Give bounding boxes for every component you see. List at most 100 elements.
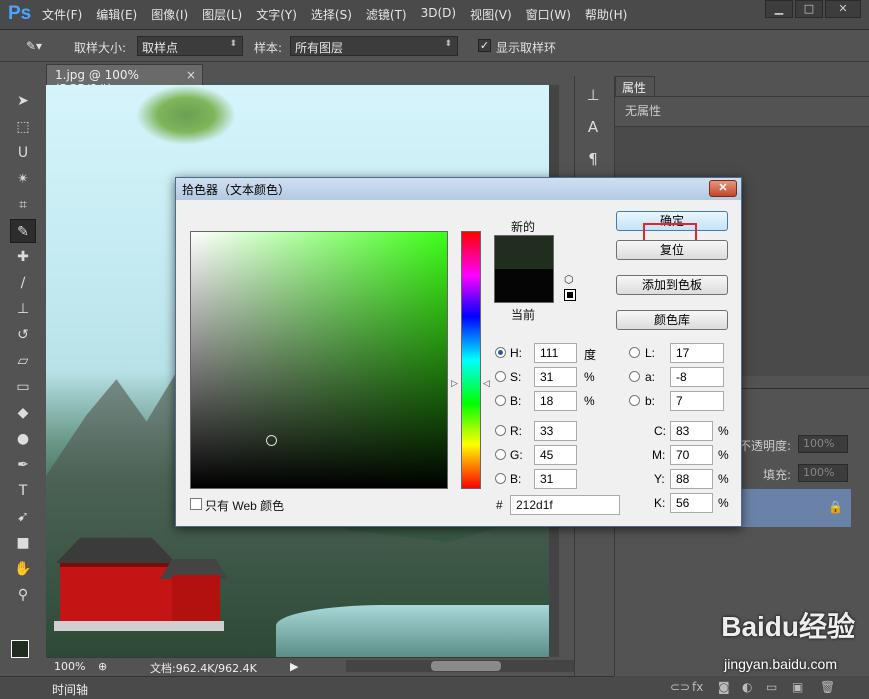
y-input[interactable]: 88	[670, 469, 713, 489]
l-input[interactable]: 17	[670, 343, 724, 363]
l-radio[interactable]	[629, 347, 640, 358]
hex-input[interactable]: 212d1f	[510, 495, 620, 515]
group-icon[interactable]: ▭	[766, 680, 777, 694]
eyedropper-tool-icon[interactable]: ✎	[10, 219, 36, 243]
color-field[interactable]	[190, 231, 448, 489]
opacity-input[interactable]: 100%	[798, 435, 848, 453]
h-radio[interactable]	[495, 347, 506, 358]
hue-slider-right-arrow-icon[interactable]: ◁	[483, 378, 490, 389]
m-input[interactable]: 70	[670, 445, 713, 465]
eyedropper-icon[interactable]: ✎▾	[26, 39, 42, 53]
tab-properties[interactable]: 属性	[615, 76, 655, 96]
horizontal-scrollbar[interactable]	[346, 660, 592, 672]
hue-slider[interactable]	[461, 231, 481, 489]
menu-3d[interactable]: 3D(D)	[421, 6, 456, 23]
menu-window[interactable]: 窗口(W)	[526, 6, 571, 23]
share-icon[interactable]: ⊕	[98, 660, 107, 673]
a-radio[interactable]	[629, 371, 640, 382]
reset-button[interactable]: 复位	[616, 240, 728, 260]
move-tool-icon[interactable]: ➤	[10, 89, 36, 113]
web-safe-swatch-icon[interactable]	[564, 289, 576, 301]
k-input[interactable]: 56	[670, 493, 713, 513]
menu-select[interactable]: 选择(S)	[311, 6, 352, 23]
a-input[interactable]: -8	[670, 367, 724, 387]
menu-layer[interactable]: 图层(L)	[202, 6, 242, 23]
type-tool-icon[interactable]: T	[10, 479, 36, 503]
new-layer-icon[interactable]: ▣	[792, 680, 803, 694]
blue-radio[interactable]	[495, 473, 506, 484]
menu-help[interactable]: 帮助(H)	[585, 6, 627, 23]
menu-view[interactable]: 视图(V)	[470, 6, 512, 23]
stamp-tool-icon[interactable]: ⊥	[10, 297, 36, 321]
g-input[interactable]: 45	[534, 445, 577, 465]
color-libraries-button[interactable]: 颜色库	[616, 310, 728, 330]
menu-image[interactable]: 图像(I)	[151, 6, 188, 23]
menu-type[interactable]: 文字(Y)	[256, 6, 297, 23]
fx-icon[interactable]: fx	[692, 680, 703, 694]
zoom-level[interactable]: 100%	[54, 660, 85, 673]
healing-brush-icon[interactable]: ✚	[10, 245, 36, 269]
close-icon[interactable]: ✕	[825, 0, 861, 18]
pen-tool-icon[interactable]: ✒	[10, 453, 36, 477]
fill-label: 填充:	[763, 468, 792, 482]
foreground-color-swatch[interactable]	[11, 640, 29, 658]
web-colors-checkbox[interactable]	[190, 498, 202, 510]
path-select-icon[interactable]: ➹	[10, 505, 36, 529]
menu-file[interactable]: 文件(F)	[42, 6, 82, 23]
r-radio[interactable]	[495, 425, 506, 436]
menu-filter[interactable]: 滤镜(T)	[366, 6, 407, 23]
show-ring-checkbox[interactable]: ✓	[478, 39, 491, 52]
marquee-tool-icon[interactable]: ⬚	[10, 115, 36, 139]
zoom-tool-icon[interactable]: ⚲	[10, 583, 36, 607]
stamp-panel-icon[interactable]: ⊥	[579, 82, 607, 108]
out-of-gamut-cube-icon[interactable]: ⬡	[564, 273, 574, 286]
blue-input[interactable]: 31	[534, 469, 577, 489]
timeline-tab[interactable]: 时间轴	[52, 681, 88, 698]
status-menu-arrow-icon[interactable]: ▶	[290, 660, 298, 673]
trash-icon[interactable]: 🗑	[820, 680, 835, 694]
current-color-swatch[interactable]	[494, 269, 554, 303]
shape-tool-icon[interactable]: ■	[10, 531, 36, 555]
fill-input[interactable]: 100%	[798, 464, 848, 482]
h-input[interactable]: 111	[534, 343, 577, 363]
lab-b-radio[interactable]	[629, 395, 640, 406]
document-tab[interactable]: 1.jpg @ 100%(RGB/8#) ×	[46, 64, 203, 96]
gradient-tool-icon[interactable]: ▭	[10, 375, 36, 399]
lab-b-input[interactable]: 7	[670, 391, 724, 411]
s-unit: %	[584, 370, 595, 384]
c-input[interactable]: 83	[670, 421, 713, 441]
b-input[interactable]: 18	[534, 391, 577, 411]
menu-edit[interactable]: 编辑(E)	[96, 6, 137, 23]
crop-tool-icon[interactable]: ⌗	[10, 193, 36, 217]
add-to-swatches-button[interactable]: 添加到色板	[616, 275, 728, 295]
blur-tool-icon[interactable]: ◆	[10, 401, 36, 425]
hue-slider-left-arrow-icon[interactable]: ▷	[451, 378, 458, 389]
paragraph-panel-icon[interactable]: ¶	[579, 146, 607, 172]
magic-wand-icon[interactable]: ✴	[10, 167, 36, 191]
character-panel-icon[interactable]: A	[579, 114, 607, 140]
mask-icon[interactable]: ◙	[718, 680, 730, 694]
minimize-icon[interactable]: ▁	[765, 0, 793, 18]
brush-tool-icon[interactable]: ∕	[10, 271, 36, 295]
close-icon[interactable]: ✕	[709, 180, 737, 197]
adjustment-icon[interactable]: ◐	[742, 680, 752, 694]
close-icon[interactable]: ×	[186, 68, 196, 82]
maximize-icon[interactable]: □	[795, 0, 823, 18]
lasso-tool-icon[interactable]: ᑌ	[10, 141, 36, 165]
history-brush-icon[interactable]: ↺	[10, 323, 36, 347]
b-radio[interactable]	[495, 395, 506, 406]
s-input[interactable]: 31	[534, 367, 577, 387]
hex-label: #	[496, 498, 503, 512]
options-bar: ✎▾ 取样大小: 取样点 ⬍ 样本: 所有图层 ⬍ ✓ 显示取样环	[0, 30, 869, 62]
scroll-thumb[interactable]	[431, 661, 501, 671]
eraser-tool-icon[interactable]: ▱	[10, 349, 36, 373]
sample-select[interactable]: 所有图层 ⬍	[290, 36, 458, 56]
link-icon[interactable]: ⊂⊃	[670, 680, 690, 694]
dodge-tool-icon[interactable]: ●	[10, 427, 36, 451]
sample-size-select[interactable]: 取样点 ⬍	[137, 36, 243, 56]
s-radio[interactable]	[495, 371, 506, 382]
r-input[interactable]: 33	[534, 421, 577, 441]
color-field-cursor[interactable]	[266, 435, 277, 446]
hand-tool-icon[interactable]: ✋	[10, 557, 36, 581]
g-radio[interactable]	[495, 449, 506, 460]
